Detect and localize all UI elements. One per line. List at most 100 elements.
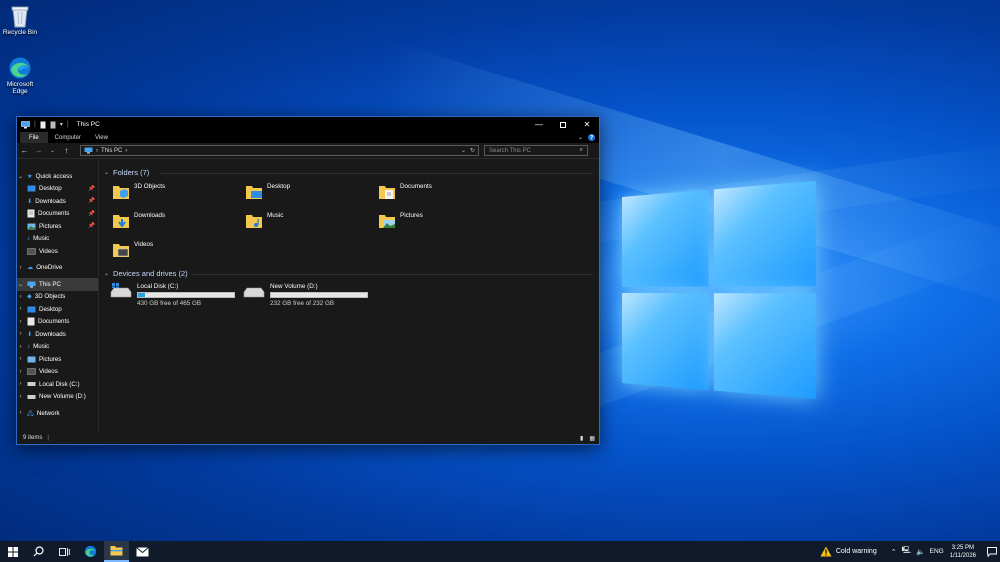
- folder-pictures[interactable]: Pictures: [378, 212, 423, 230]
- folder-videos[interactable]: Videos: [112, 241, 153, 259]
- nav-label: Videos: [39, 368, 58, 376]
- folder-label: Downloads: [134, 212, 166, 219]
- tab-view[interactable]: View: [88, 132, 115, 143]
- help-icon[interactable]: ?: [588, 134, 595, 141]
- tab-computer[interactable]: Computer: [48, 132, 88, 143]
- notifications-button[interactable]: [984, 546, 1000, 557]
- language-indicator[interactable]: ENG: [930, 548, 944, 555]
- desktop-icon-recycle-bin[interactable]: Recycle Bin: [0, 4, 40, 36]
- folder-music[interactable]: Music: [245, 212, 283, 230]
- minimize-button[interactable]: —: [527, 117, 551, 132]
- task-view-button[interactable]: [52, 541, 77, 562]
- nav-item-pc-videos[interactable]: › Videos: [17, 366, 98, 379]
- forward-icon[interactable]: →: [34, 146, 43, 155]
- clock-time: 3:25 PM: [951, 544, 975, 551]
- nav-item-this-pc[interactable]: ⌄ This PC: [17, 278, 98, 291]
- recent-locations-icon[interactable]: ⌄: [48, 148, 57, 154]
- refresh-icon[interactable]: ↻: [470, 147, 475, 154]
- details-view-icon[interactable]: ▮: [580, 435, 583, 442]
- close-button[interactable]: ✕: [575, 117, 599, 132]
- drive-usage-fill: [138, 293, 146, 297]
- customize-toolbar-icon[interactable]: ▾: [60, 121, 63, 128]
- nav-item-videos[interactable]: Videos: [17, 245, 98, 258]
- nav-label: Music: [33, 343, 50, 351]
- drive-local-disk-c[interactable]: Local Disk (C:) 430 GB free of 465 GB: [110, 283, 235, 307]
- address-bar[interactable]: › This PC › ⌄ ↻: [80, 145, 479, 156]
- nav-item-pictures[interactable]: Pictures 📌: [17, 220, 98, 233]
- nav-item-documents[interactable]: Documents 📌: [17, 208, 98, 221]
- folder-3d-objects[interactable]: 3D Objects: [112, 183, 165, 201]
- weather-text: Cold warning: [835, 548, 877, 555]
- nav-item-new-volume-d[interactable]: › New Volume (D:): [17, 391, 98, 404]
- weather-widget[interactable]: Cold warning: [820, 546, 877, 557]
- nav-item-pc-pictures[interactable]: › Pictures: [17, 353, 98, 366]
- nav-item-pc-documents[interactable]: › Documents: [17, 316, 98, 329]
- music-folder-icon: [246, 215, 262, 228]
- file-explorer-window: | ▾ | This PC — ✕ File Computer View ⌄ ?…: [16, 116, 600, 445]
- folder-documents[interactable]: Documents: [378, 183, 432, 201]
- videos-folder-icon: [113, 244, 129, 257]
- start-button[interactable]: [0, 541, 25, 562]
- address-dropdown-icon[interactable]: ⌄: [461, 147, 466, 154]
- chevron-down-icon[interactable]: ⌄: [17, 173, 24, 180]
- search-input[interactable]: Search This PC ⌕: [484, 145, 588, 156]
- pin-icon: 📌: [88, 223, 95, 230]
- chevron-right-icon[interactable]: ›: [17, 410, 24, 416]
- tab-file[interactable]: File: [20, 132, 48, 143]
- ribbon-tabs: File Computer View ⌄ ?: [17, 132, 599, 143]
- folder-desktop[interactable]: Desktop: [245, 183, 290, 201]
- taskbar-file-explorer[interactable]: [104, 541, 129, 562]
- search-button[interactable]: [26, 541, 51, 562]
- taskbar-mail[interactable]: [130, 541, 155, 562]
- taskbar-edge[interactable]: [78, 541, 103, 562]
- chevron-right-icon[interactable]: ›: [17, 306, 24, 312]
- breadcrumb[interactable]: This PC: [101, 148, 122, 154]
- chevron-right-icon[interactable]: ›: [17, 344, 24, 350]
- chevron-down-icon[interactable]: ⌄: [104, 169, 109, 176]
- chevron-right-icon[interactable]: ›: [17, 369, 24, 375]
- chevron-right-icon[interactable]: ›: [17, 381, 24, 387]
- drive-usage-bar: [137, 292, 235, 298]
- drive-new-volume-d[interactable]: New Volume (D:) 232 GB free of 232 GB: [243, 283, 368, 307]
- nav-item-desktop[interactable]: Desktop 📌: [17, 183, 98, 196]
- expand-ribbon-icon[interactable]: ⌄: [578, 134, 583, 141]
- chevron-right-icon[interactable]: ›: [17, 331, 24, 337]
- nav-item-pc-music[interactable]: › ♪ Music: [17, 341, 98, 354]
- chevron-right-icon[interactable]: ›: [17, 294, 24, 300]
- nav-item-onedrive[interactable]: › ☁ OneDrive: [17, 262, 98, 275]
- breadcrumb-separator-icon: ›: [125, 147, 128, 154]
- chevron-right-icon[interactable]: ›: [17, 394, 24, 400]
- nav-item-local-disk-c[interactable]: › Local Disk (C:): [17, 378, 98, 391]
- drives-section-header[interactable]: ⌄ Devices and drives (2): [104, 269, 188, 278]
- nav-item-quick-access[interactable]: ⌄ ★ Quick access: [17, 170, 98, 183]
- pictures-icon: [27, 223, 36, 230]
- chevron-down-icon[interactable]: ⌄: [17, 281, 24, 288]
- nav-item-downloads[interactable]: ⬇ Downloads 📌: [17, 195, 98, 208]
- up-icon[interactable]: ↑: [62, 146, 71, 155]
- nav-item-pc-desktop[interactable]: › Desktop: [17, 303, 98, 316]
- folders-section-header[interactable]: ⌄ Folders (7): [104, 168, 149, 177]
- new-folder-icon[interactable]: [50, 121, 56, 129]
- volume-icon[interactable]: 🔈: [916, 548, 925, 556]
- network-icon[interactable]: 🖳: [902, 546, 911, 557]
- nav-item-3d-objects[interactable]: › ◆ 3D Objects: [17, 291, 98, 304]
- back-icon[interactable]: ←: [20, 146, 29, 155]
- nav-item-music[interactable]: ♪ Music: [17, 233, 98, 246]
- title-bar[interactable]: | ▾ | This PC — ✕: [17, 117, 599, 132]
- search-icon: ⌕: [579, 147, 583, 153]
- maximize-button[interactable]: [551, 117, 575, 132]
- desktop-icon-edge[interactable]: Microsoft Edge: [0, 56, 40, 95]
- large-icons-view-icon[interactable]: ▦: [589, 435, 595, 442]
- chevron-right-icon[interactable]: ›: [17, 319, 24, 325]
- folder-downloads[interactable]: Downloads: [112, 212, 165, 230]
- chevron-right-icon[interactable]: ›: [17, 265, 24, 271]
- nav-item-network[interactable]: › 🖧 Network: [17, 407, 98, 420]
- clock[interactable]: 3:25 PM 1/11/2026: [950, 544, 976, 560]
- nav-label: Network: [36, 409, 60, 417]
- chevron-up-icon[interactable]: ⌃: [891, 548, 897, 556]
- recycle-bin-icon: [11, 6, 29, 28]
- chevron-right-icon[interactable]: ›: [17, 356, 24, 362]
- properties-icon[interactable]: [40, 121, 46, 129]
- chevron-down-icon[interactable]: ⌄: [104, 270, 109, 277]
- nav-item-pc-downloads[interactable]: › ⬇ Downloads: [17, 328, 98, 341]
